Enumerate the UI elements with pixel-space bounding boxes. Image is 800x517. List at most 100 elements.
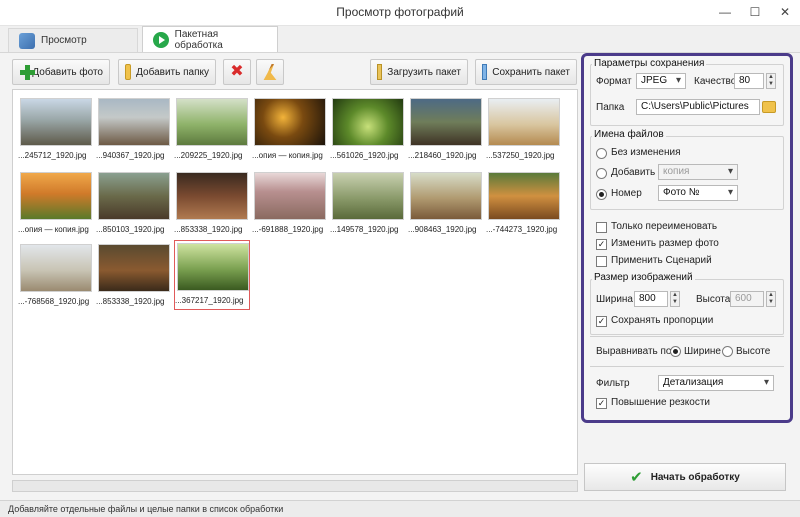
file-list[interactable]: ...245712_1920.jpg ...940367_1920.jpg ..… [12,89,578,475]
close-button[interactable]: ✕ [770,0,800,24]
file-thumbnail[interactable]: ...908463_1920.jpg [408,170,484,238]
thumbnail-image [176,98,248,146]
tab-view[interactable]: Просмотр [8,28,138,52]
divider [590,366,784,367]
thumbnail-image [332,98,404,146]
align-label: Выравнивать по: [596,346,675,357]
add-folder-label: Добавить папку [136,66,209,78]
file-thumbnail[interactable]: ...опия — копия.jpg [252,96,328,164]
file-thumbnail[interactable]: ...-768568_1920.jpg [18,242,94,310]
width-label: Ширина [596,294,633,305]
radio-no-change[interactable] [596,148,607,159]
file-name: ...-768568_1920.jpg [18,297,90,306]
window-title: Просмотр фотографий [336,5,464,19]
play-icon [153,31,169,48]
add-photo-button[interactable]: Добавить фото [12,59,110,85]
load-icon [377,64,383,80]
file-thumbnail[interactable]: ...опия — копия.jpg [18,170,94,238]
add-photo-label: Добавить фото [32,66,103,78]
align-width-radio[interactable] [670,346,681,357]
thumbnail-image [20,172,92,220]
file-name: ...940367_1920.jpg [96,151,165,160]
file-thumbnail[interactable]: ...209225_1920.jpg [174,96,250,164]
maximize-button[interactable]: ☐ [740,0,770,24]
sharpen-label: Повышение резкости [611,397,710,408]
save-batch-button[interactable]: Сохранить пакет [475,59,577,85]
photos-icon [19,32,35,49]
filter-label: Фильтр [596,378,630,389]
plus-icon [19,64,36,80]
thumbnail-image [20,98,92,146]
width-input[interactable]: 800 [634,291,668,307]
file-name: ...опия — копия.jpg [18,225,89,234]
quality-spinner[interactable]: ▲ ▼ [766,73,776,89]
add-suffix-select[interactable]: копия [658,164,738,180]
align-height-radio[interactable] [722,346,733,357]
height-label: Высота [696,294,731,305]
file-name: ...367217_1920.jpg [175,296,244,305]
sharpen-checkbox[interactable]: ✓ [596,398,607,409]
file-name: ...850103_1920.jpg [96,225,165,234]
file-name: ...209225_1920.jpg [174,151,243,160]
main-area: Добавить фото Добавить папку ✖ Загрузить… [0,52,800,500]
folder-path-input[interactable]: C:\Users\Public\Pictures [636,99,760,115]
clear-list-button[interactable] [256,59,284,85]
height-spinner[interactable]: ▲ ▼ [766,291,776,307]
radio-number[interactable] [596,189,607,200]
start-processing-button[interactable]: ✔ Начать обработку [584,463,786,491]
keep-ratio-checkbox[interactable]: ✓ [596,316,607,327]
file-thumbnail-selected[interactable]: ...367217_1920.jpg [174,240,250,310]
file-thumbnail[interactable]: ...853338_1920.jpg [174,170,250,238]
number-format-select[interactable]: Фото № [658,185,738,201]
toolbar: Добавить фото Добавить папку ✖ Загрузить… [12,59,578,85]
resize-label: Изменить размер фото [611,238,719,249]
size-group [590,279,784,335]
file-thumbnail[interactable]: ...537250_1920.jpg [486,96,562,164]
minimize-button[interactable]: — [710,0,740,24]
scenario-checkbox[interactable] [596,256,607,267]
delete-button[interactable]: ✖ [223,59,251,85]
delete-icon: ✖ [230,63,244,80]
align-height-label: Высоте [736,346,771,357]
width-spinner[interactable]: ▲ ▼ [670,291,680,307]
tab-view-label: Просмотр [41,35,87,46]
size-title: Размер изображений [592,272,695,283]
file-name: ...853338_1920.jpg [174,225,243,234]
thumbnail-image [254,98,326,146]
rename-only-checkbox[interactable] [596,222,607,233]
file-name: ...537250_1920.jpg [486,151,555,160]
file-thumbnail[interactable]: ...218460_1920.jpg [408,96,484,164]
thumbnail-image [332,172,404,220]
file-thumbnail[interactable]: ...245712_1920.jpg [18,96,94,164]
load-batch-button[interactable]: Загрузить пакет [370,59,468,85]
thumbnail-image [176,172,248,220]
file-thumbnail[interactable]: ...850103_1920.jpg [96,170,172,238]
file-name: ...-691888_1920.jpg [252,225,324,234]
radio-add[interactable] [596,168,607,179]
file-thumbnail[interactable]: ...149578_1920.jpg [330,170,406,238]
tab-batch-processing[interactable]: Пакетная обработка [142,26,278,52]
browse-folder-icon[interactable] [762,101,776,113]
file-name: ...опия — копия.jpg [252,151,323,160]
thumbnail-image [254,172,326,220]
format-select[interactable]: JPEG [636,73,686,89]
scenario-label: Применить Сценарий [611,255,712,266]
quality-input[interactable]: 80 [734,73,764,89]
start-processing-label: Начать обработку [650,471,740,483]
settings-panel: Параметры сохранения Формат JPEG Качеств… [581,53,793,423]
horizontal-scrollbar[interactable] [12,480,578,492]
format-label: Формат [596,76,632,87]
file-thumbnail[interactable]: ...-744273_1920.jpg [486,170,562,238]
file-thumbnail[interactable]: ...561026_1920.jpg [330,96,406,164]
save-icon [482,64,488,80]
thumbnail-image [98,98,170,146]
add-folder-button[interactable]: Добавить папку [118,59,216,85]
filter-select[interactable]: Детализация [658,375,774,391]
resize-checkbox[interactable]: ✓ [596,239,607,250]
file-thumbnail[interactable]: ...940367_1920.jpg [96,96,172,164]
align-width-label: Ширине [684,346,721,357]
radio-add-label: Добавить [611,167,656,178]
height-input[interactable]: 600 [730,291,764,307]
file-thumbnail[interactable]: ...-691888_1920.jpg [252,170,328,238]
file-thumbnail[interactable]: ...853338_1920.jpg [96,242,172,310]
